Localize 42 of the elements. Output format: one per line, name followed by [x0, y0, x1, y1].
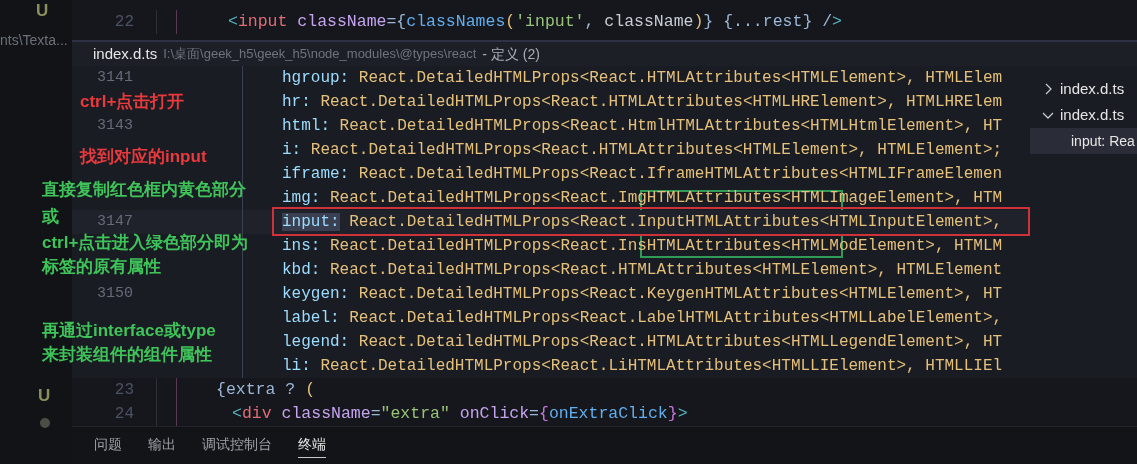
line-number: 3147: [96, 211, 133, 232]
annotation-text: 再通过interface或type: [42, 320, 216, 342]
annotation-text: ctrl+点击打开: [80, 91, 185, 113]
code-line: i: React.DetailedHTMLProps<React.HTMLAttributes<HTMLElement>, HTMLElement>;: [282, 140, 1003, 161]
peek-file-path: I:\桌面\geek_h5\geek_h5\node_modules\@types\react: [163, 45, 477, 64]
code-line: <input className={classNames('input', className)} {...rest} />: [228, 10, 842, 33]
reference-file[interactable]: index.d.ts: [1030, 102, 1137, 128]
code-line: legend: React.DetailedHTMLProps<React.HTMLAttributes<HTMLLegendElement>, HT: [282, 332, 1003, 353]
code-line: iframe: React.DetailedHTMLProps<React.IframeHTMLAttributes<HTMLIFrameElemen: [282, 164, 1003, 185]
annotation-text: ctrl+点击进入绿色部分即为: [42, 232, 249, 254]
line-number: 24: [113, 404, 134, 425]
code-line: <div className="extra" onClick={onExtraClick}>: [232, 402, 688, 425]
code-line: label: React.DetailedHTMLProps<React.LabelHTMLAttributes<HTMLLabelElement>,: [282, 308, 1003, 329]
peek-file-name: index.d.ts: [93, 43, 158, 64]
code-line: li: React.DetailedHTMLProps<React.LiHTMLAttributes<HTMLLIElement>, HTMLLIEl: [282, 356, 1003, 377]
code-line: keygen: React.DetailedHTMLProps<React.KeygenHTMLAttributes<HTMLElement>, HT: [282, 284, 1003, 305]
reference-file[interactable]: index.d.ts: [1030, 76, 1137, 102]
panel-tab[interactable]: 终端: [298, 433, 326, 458]
panel-tab[interactable]: 输出: [148, 433, 176, 458]
file-path: nts\Texta...: [0, 30, 69, 50]
peek-title: - 定义 (2): [482, 44, 540, 64]
panel-tab[interactable]: 调试控制台: [202, 433, 272, 458]
code-line: input: React.DetailedHTMLProps<React.InputHTMLAttributes<HTMLInputElement>,: [282, 212, 1003, 233]
code-line: kbd: React.DetailedHTMLProps<React.HTMLAttributes<HTMLElement>, HTMLElement: [282, 260, 1003, 281]
annotation-text: 标签的原有属性: [42, 256, 161, 278]
code-line: html: React.DetailedHTMLProps<React.HtmlHTMLAttributes<HTMLHtmlElement>, HT: [282, 116, 1003, 137]
line-number: 23: [113, 380, 134, 401]
code-line: hr: React.DetailedHTMLProps<React.HTMLAttributes<HTMLHRElement>, HTMLHRElem: [282, 92, 1003, 113]
annotation-text: 来封装组件的组件属性: [42, 344, 212, 366]
git-status: U: [38, 384, 52, 407]
annotation-text: 找到对应的input: [80, 146, 207, 168]
annotation-text: 或: [42, 206, 59, 228]
code-line: {extra ? (: [216, 378, 316, 401]
line-number: 3143: [96, 115, 133, 136]
line-number: 3150: [96, 283, 133, 304]
git-status: U: [36, 0, 50, 22]
reference-item[interactable]: input: Rea: [1030, 128, 1137, 154]
code-line: hgroup: React.DetailedHTMLProps<React.HTMLAttributes<HTMLElement>, HTMLElem: [282, 68, 1003, 89]
panel-tab[interactable]: 问题: [94, 433, 122, 458]
line-number: 3141: [96, 67, 133, 88]
line-number: 22: [113, 12, 134, 33]
annotation-text: 直接复制红色框内黄色部分: [42, 179, 246, 201]
